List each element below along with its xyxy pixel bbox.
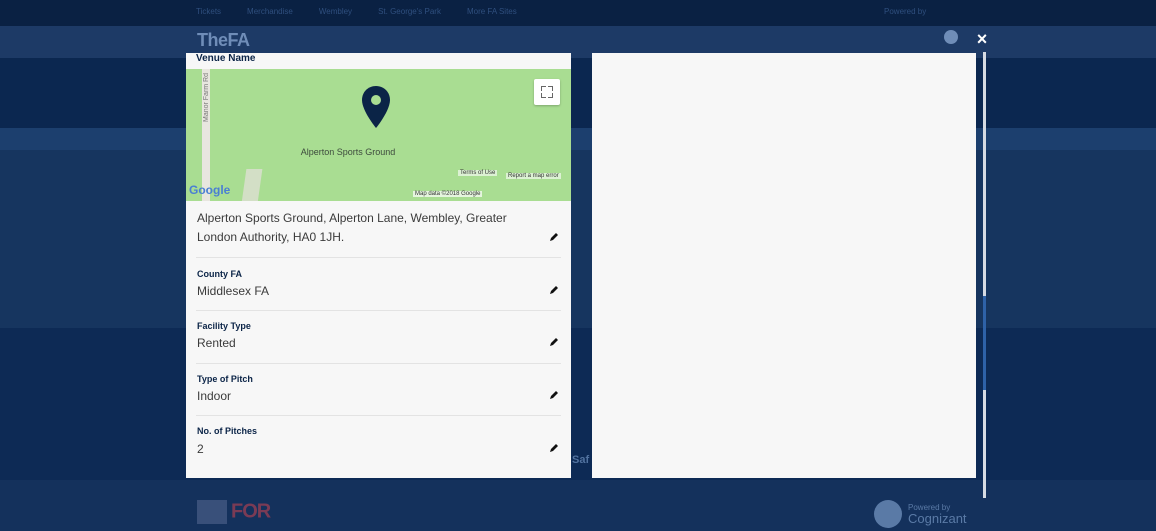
divider	[196, 310, 561, 311]
edit-facility-type-pencil-icon[interactable]	[549, 337, 559, 347]
county-fa-value: Middlesex FA	[197, 284, 270, 298]
edit-type-of-pitch-pencil-icon[interactable]	[549, 390, 559, 400]
venue-map[interactable]: Manor Farm Rd Alperton Sports Ground Goo…	[186, 69, 571, 201]
top-nav: Tickets Merchandise Wembley St. George's…	[196, 7, 517, 16]
edit-address-pencil-icon[interactable]	[549, 232, 559, 242]
top-nav-bar: Tickets Merchandise Wembley St. George's…	[0, 0, 1156, 26]
map-road-label: Manor Farm Rd	[203, 73, 210, 123]
facility-type-label: Facility Type	[197, 321, 251, 331]
edit-county-fa-pencil-icon[interactable]	[549, 285, 559, 295]
map-place-label: Alperton Sports Ground	[300, 147, 396, 157]
footer-logo: FOR	[197, 500, 271, 524]
type-of-pitch-value: Indoor	[197, 389, 232, 403]
map-data-attribution: Map data ©2018 Google	[413, 191, 483, 197]
divider	[196, 415, 561, 416]
powered-by-label: Powered by	[884, 7, 927, 16]
nav-item-wembley[interactable]: Wembley	[319, 7, 352, 16]
cognizant-globe-icon	[874, 500, 902, 528]
footer-powered-by: Powered by Cognizant	[874, 500, 967, 528]
user-icon[interactable]	[944, 30, 958, 44]
venue-details-panel: Venue Name Manor Farm Rd Alperton Sports…	[186, 53, 571, 478]
nav-item-tickets[interactable]: Tickets	[196, 7, 221, 16]
fa-logo[interactable]: TheFA	[197, 30, 250, 51]
type-of-pitch-label: Type of Pitch	[197, 374, 253, 384]
badge-icon	[197, 500, 227, 524]
footer-logo-text: FOR	[231, 500, 271, 523]
footer-brand: Cognizant	[908, 510, 967, 526]
edit-no-of-pitches-pencil-icon[interactable]	[549, 443, 559, 453]
background-save-button: Saf	[572, 454, 590, 466]
no-of-pitches-value: 2	[197, 442, 204, 456]
fullscreen-icon[interactable]	[534, 79, 560, 105]
facility-type-value: Rented	[197, 336, 236, 350]
county-fa-label: County FA	[197, 269, 242, 279]
map-terms-link[interactable]: Terms of Use	[458, 170, 498, 176]
divider	[196, 363, 561, 364]
nav-item-st-georges-park[interactable]: St. George's Park	[378, 7, 441, 16]
map-pin-icon[interactable]	[361, 85, 391, 129]
google-logo[interactable]: Google	[189, 183, 230, 197]
divider	[196, 257, 561, 258]
nav-item-more-fa-sites[interactable]: More FA Sites	[467, 7, 517, 16]
map-report-link[interactable]: Report a map error	[506, 173, 561, 179]
no-of-pitches-label: No. of Pitches	[197, 426, 258, 436]
modal-scrollbar[interactable]	[983, 52, 986, 498]
close-icon[interactable]: ×	[973, 30, 991, 48]
map-path	[241, 169, 263, 201]
scrollbar-thumb[interactable]	[983, 296, 986, 390]
venue-address: Alperton Sports Ground, Alperton Lane, W…	[197, 211, 507, 244]
nav-item-merchandise[interactable]: Merchandise	[247, 7, 293, 16]
blank-right-panel	[592, 53, 976, 478]
venue-name-label: Venue Name	[196, 53, 256, 64]
